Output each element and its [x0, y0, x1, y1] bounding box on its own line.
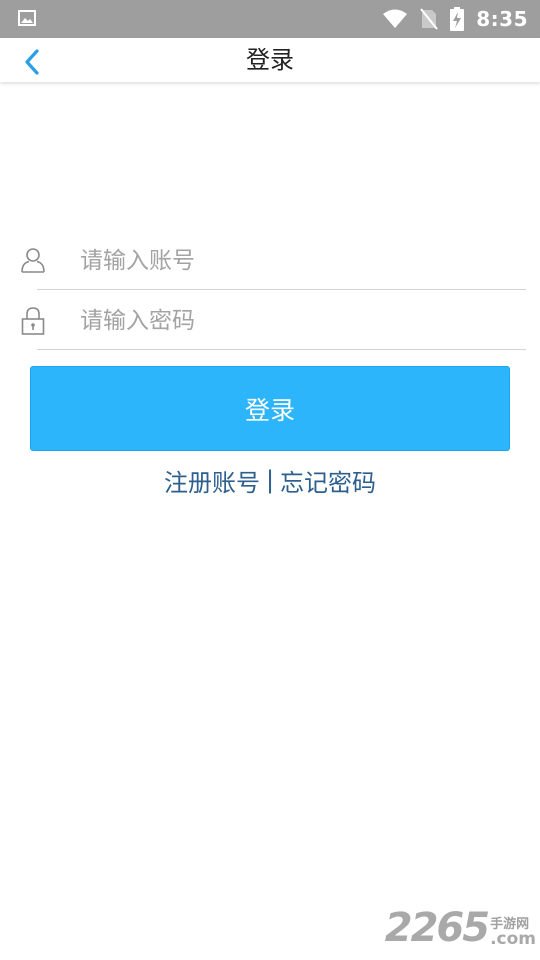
page-title: 登录 — [246, 46, 294, 74]
status-time: 8:35 — [476, 7, 528, 31]
title-bar: 登录 — [0, 38, 540, 82]
account-input[interactable] — [80, 240, 520, 282]
chevron-left-icon — [25, 49, 39, 75]
auth-links: 注册账号 | 忘记密码 — [0, 462, 540, 498]
site-watermark: 2265 手游网 .com — [385, 908, 536, 948]
forgot-password-link[interactable]: 忘记密码 — [280, 463, 376, 498]
lock-icon — [21, 307, 45, 335]
account-divider — [37, 289, 526, 290]
watermark-suffix: .com — [490, 929, 536, 949]
back-button[interactable] — [14, 44, 50, 80]
gallery-icon — [18, 10, 36, 26]
password-field-row — [0, 292, 540, 350]
battery-charging-icon — [450, 7, 465, 31]
watermark-number: 2265 — [384, 905, 490, 951]
account-field-row — [0, 232, 540, 290]
link-separator: | — [265, 466, 275, 494]
user-icon — [21, 248, 45, 273]
register-link[interactable]: 注册账号 — [164, 463, 260, 498]
password-divider — [37, 349, 526, 350]
wifi-icon — [383, 9, 408, 28]
password-input[interactable] — [80, 300, 520, 342]
status-bar: 8:35 — [0, 0, 540, 38]
no-sim-icon — [420, 8, 439, 30]
login-button[interactable]: 登录 — [30, 366, 510, 451]
status-icons: 8:35 — [382, 0, 528, 38]
